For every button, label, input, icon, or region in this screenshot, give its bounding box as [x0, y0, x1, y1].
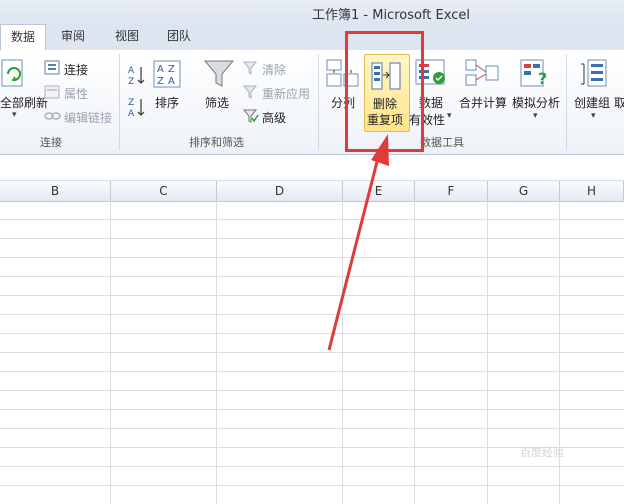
annotation-arrow — [327, 134, 389, 351]
watermark: 百度经验 — [520, 446, 564, 459]
